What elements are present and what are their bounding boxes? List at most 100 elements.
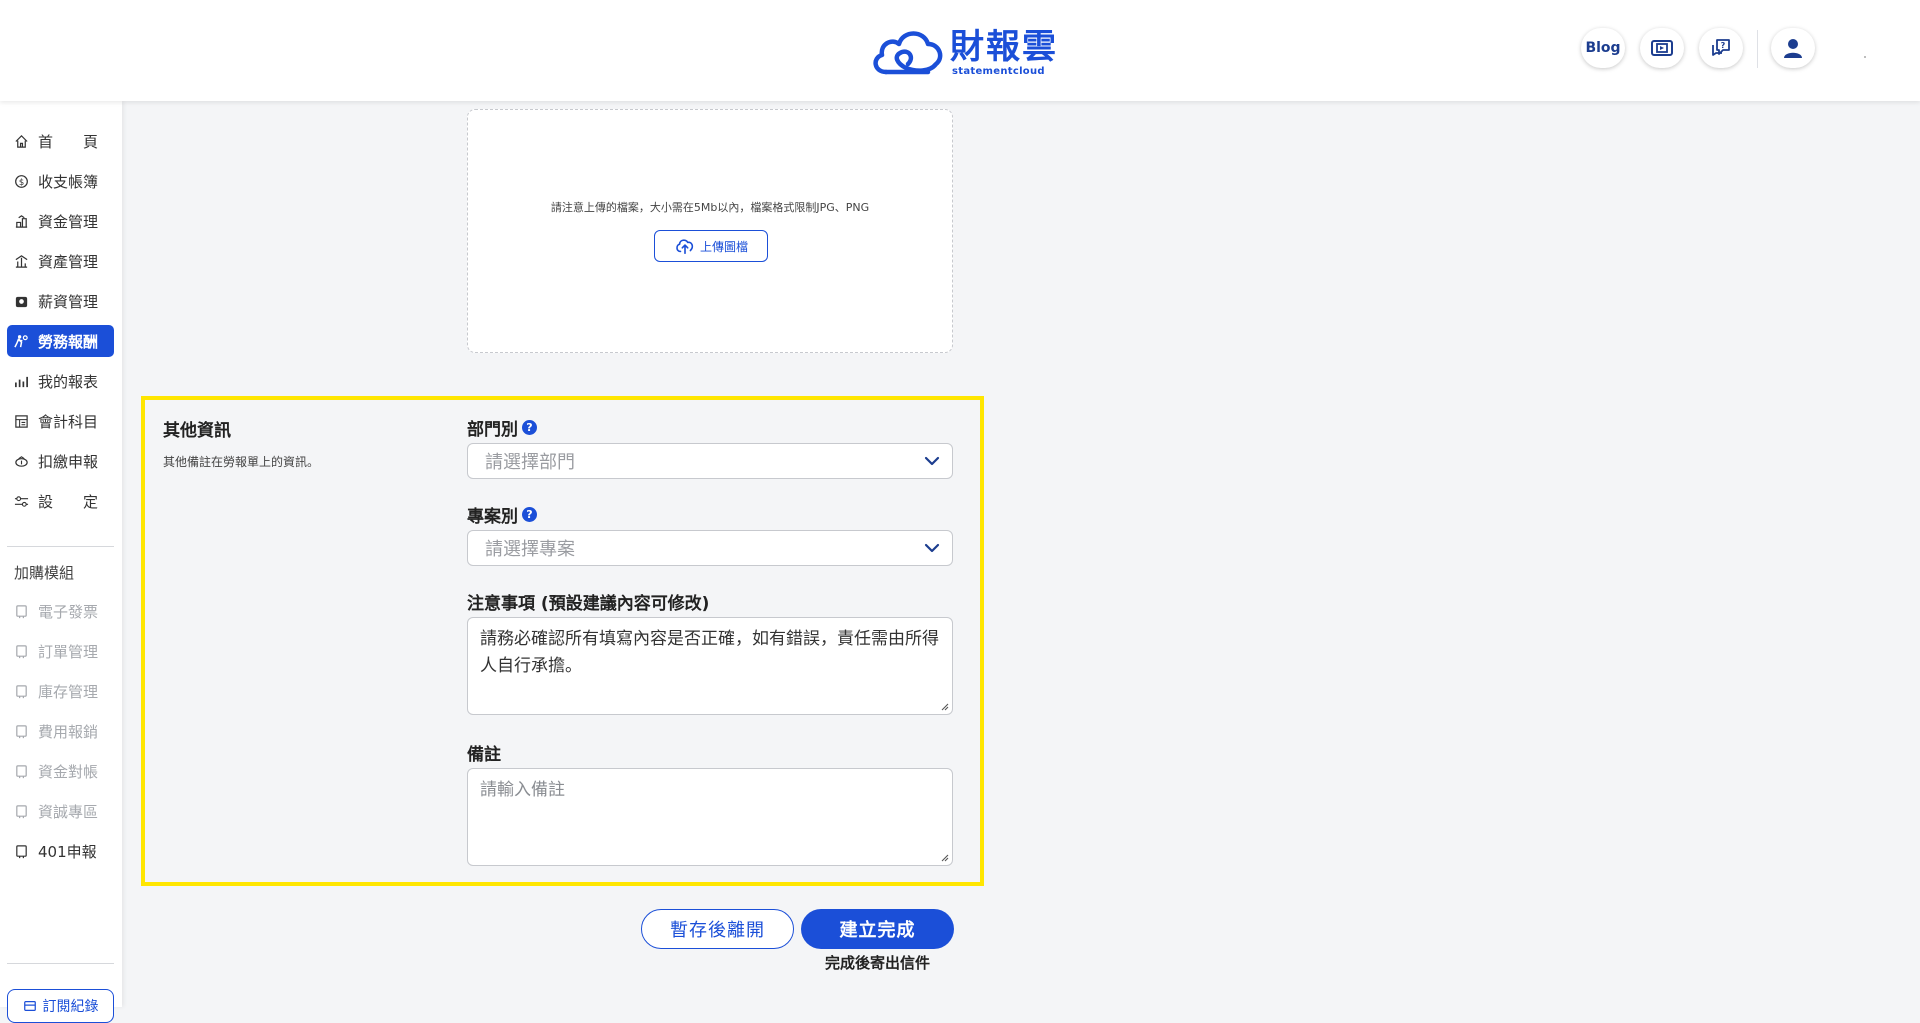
sidebar-item-label: 訂單管理 xyxy=(38,642,99,661)
save-draft-label: 暫存後離開 xyxy=(670,920,765,941)
fund-icon xyxy=(15,214,28,228)
project-label-text: 專案別 xyxy=(467,507,518,527)
sidebar-item-label: 401申報 xyxy=(38,842,97,861)
resize-handle-icon[interactable] xyxy=(939,701,949,711)
sidebar-addon-401[interactable]: 401申報 xyxy=(7,835,114,867)
subscription-icon xyxy=(23,1001,36,1011)
help-chat-icon: ? xyxy=(1712,39,1730,56)
cloud-upload-icon xyxy=(676,239,694,255)
sidebar-item-label: 電子發票 xyxy=(38,602,99,621)
sidebar-item-label: 設 定 xyxy=(38,492,99,511)
subscription-record-label: 訂閱紀錄 xyxy=(42,999,99,1015)
module-icon xyxy=(16,764,27,778)
notice-text: 請務必確認所有填寫內容是否正確，如有錯誤，責任需由所得人自行承擔。 xyxy=(480,629,939,676)
department-placeholder: 請選擇部門 xyxy=(485,452,575,473)
other-info-description: 其他備註在勞報單上的資訊。 xyxy=(163,455,320,469)
chevron-down-icon xyxy=(924,543,940,553)
module-icon xyxy=(16,724,27,738)
sidebar-item-label: 收支帳簿 xyxy=(38,172,99,191)
sidebar-addon-einvoice[interactable]: 電子發票 xyxy=(7,595,114,627)
ledger-icon xyxy=(15,414,28,428)
project-select[interactable]: 請選擇專案 xyxy=(467,530,953,566)
video-guide-icon xyxy=(1651,40,1673,56)
home-icon xyxy=(15,134,28,148)
sidebar-item-label: 費用報銷 xyxy=(38,722,99,741)
payroll-icon xyxy=(15,296,28,307)
sidebar-item-label: 資金管理 xyxy=(38,212,99,231)
tax-icon xyxy=(15,455,28,467)
sidebar-addon-orders[interactable]: 訂單管理 xyxy=(7,635,114,667)
module-icon xyxy=(16,604,27,618)
header-divider xyxy=(1757,30,1758,68)
labor-icon xyxy=(14,334,28,347)
logo[interactable]: 財報雲 statementcloud xyxy=(868,24,1058,80)
logo-subtitle: statementcloud xyxy=(952,65,1045,77)
module-icon xyxy=(16,804,27,818)
remark-placeholder: 請輸入備註 xyxy=(480,780,565,800)
sidebar-item-label: 扣繳申報 xyxy=(38,452,99,471)
sidebar-item-label: 我的報表 xyxy=(38,372,99,391)
sidebar-item-label: 資金對帳 xyxy=(38,762,99,781)
svg-text:$: $ xyxy=(19,176,24,186)
coin-icon: $ xyxy=(15,174,28,188)
image-upload-dropzone[interactable]: 請注意上傳的檔案，大小需在5Mb以內，檔案格式限制JPG、PNG 上傳圖檔 xyxy=(467,109,953,353)
sidebar-item-reports[interactable]: 我的報表 xyxy=(7,365,114,397)
sidebar-item-settings[interactable]: 設 定 xyxy=(7,485,114,517)
sidebar-item-home[interactable]: 首 頁 xyxy=(7,125,114,157)
upload-image-label: 上傳圖檔 xyxy=(699,239,748,254)
question-icon[interactable]: ? xyxy=(522,420,537,435)
remark-textarea[interactable]: 請輸入備註 xyxy=(467,768,953,866)
user-menu-button[interactable] xyxy=(1771,28,1815,68)
submit-label: 建立完成 xyxy=(839,920,916,941)
blog-label: Blog xyxy=(1585,40,1621,56)
sidebar-addon-reconciliation[interactable]: 資金對帳 xyxy=(7,755,114,787)
sidebar-divider xyxy=(7,963,114,964)
sidebar-addon-pwc[interactable]: 資誠專區 xyxy=(7,795,114,827)
chevron-down-icon xyxy=(924,456,940,466)
user-icon xyxy=(1784,39,1802,58)
help-button[interactable]: ? xyxy=(1699,28,1743,68)
submit-button[interactable]: 建立完成 xyxy=(801,909,954,949)
video-guide-button[interactable] xyxy=(1640,28,1684,68)
department-select[interactable]: 請選擇部門 xyxy=(467,443,953,479)
other-info-title: 其他資訊 xyxy=(163,421,231,441)
report-icon xyxy=(15,376,28,387)
project-label: 專案別 ? xyxy=(467,502,537,527)
blog-button[interactable]: Blog xyxy=(1581,28,1625,68)
remark-label-text: 備註 xyxy=(467,745,501,765)
sidebar-item-label: 資誠專區 xyxy=(38,802,99,821)
cloud-logo-icon xyxy=(873,31,943,75)
svg-text:?: ? xyxy=(1721,41,1726,50)
sidebar-item-label: 庫存管理 xyxy=(38,682,99,701)
addon-section-title: 加購模組 xyxy=(14,564,75,582)
sidebar-item-accounting[interactable]: 會計科目 xyxy=(7,405,114,437)
submit-hint: 完成後寄出信件 xyxy=(824,954,930,972)
logo-title: 財報雲 xyxy=(950,26,1058,67)
question-icon[interactable]: ? xyxy=(522,507,537,522)
upload-note: 請注意上傳的檔案，大小需在5Mb以內，檔案格式限制JPG、PNG xyxy=(550,201,870,214)
save-draft-button[interactable]: 暫存後離開 xyxy=(641,909,794,949)
sidebar-divider xyxy=(7,546,114,547)
upload-image-button[interactable]: 上傳圖檔 xyxy=(654,230,768,262)
sidebar-item-funds[interactable]: 資金管理 xyxy=(7,205,114,237)
subscription-record-button[interactable]: 訂閱紀錄 xyxy=(7,989,114,1023)
remark-label: 備註 xyxy=(467,740,501,765)
notice-label-text: 注意事項 (預設建議內容可修改) xyxy=(467,594,710,614)
sidebar-item-withholding[interactable]: 扣繳申報 xyxy=(7,445,114,477)
sidebar-addon-expenses[interactable]: 費用報銷 xyxy=(7,715,114,747)
department-label: 部門別 ? xyxy=(467,415,537,440)
sidebar-item-cashbook[interactable]: $ 收支帳簿 xyxy=(7,165,114,197)
asset-icon xyxy=(15,254,28,268)
sidebar-addon-inventory[interactable]: 庫存管理 xyxy=(7,675,114,707)
resize-handle-icon[interactable] xyxy=(939,852,949,862)
sidebar-item-label: 會計科目 xyxy=(38,412,99,431)
sidebar-item-label: 首 頁 xyxy=(38,132,99,151)
header-dot xyxy=(1864,56,1866,58)
sidebar-item-assets[interactable]: 資產管理 xyxy=(7,245,114,277)
settings-icon xyxy=(14,495,29,507)
notice-textarea[interactable]: 請務必確認所有填寫內容是否正確，如有錯誤，責任需由所得人自行承擔。 xyxy=(467,617,953,715)
sidebar-item-labor-remuneration[interactable]: 勞務報酬 xyxy=(7,325,114,357)
department-label-text: 部門別 xyxy=(467,420,518,440)
notice-label: 注意事項 (預設建議內容可修改) xyxy=(467,589,709,614)
sidebar-item-payroll[interactable]: 薪資管理 xyxy=(7,285,114,317)
